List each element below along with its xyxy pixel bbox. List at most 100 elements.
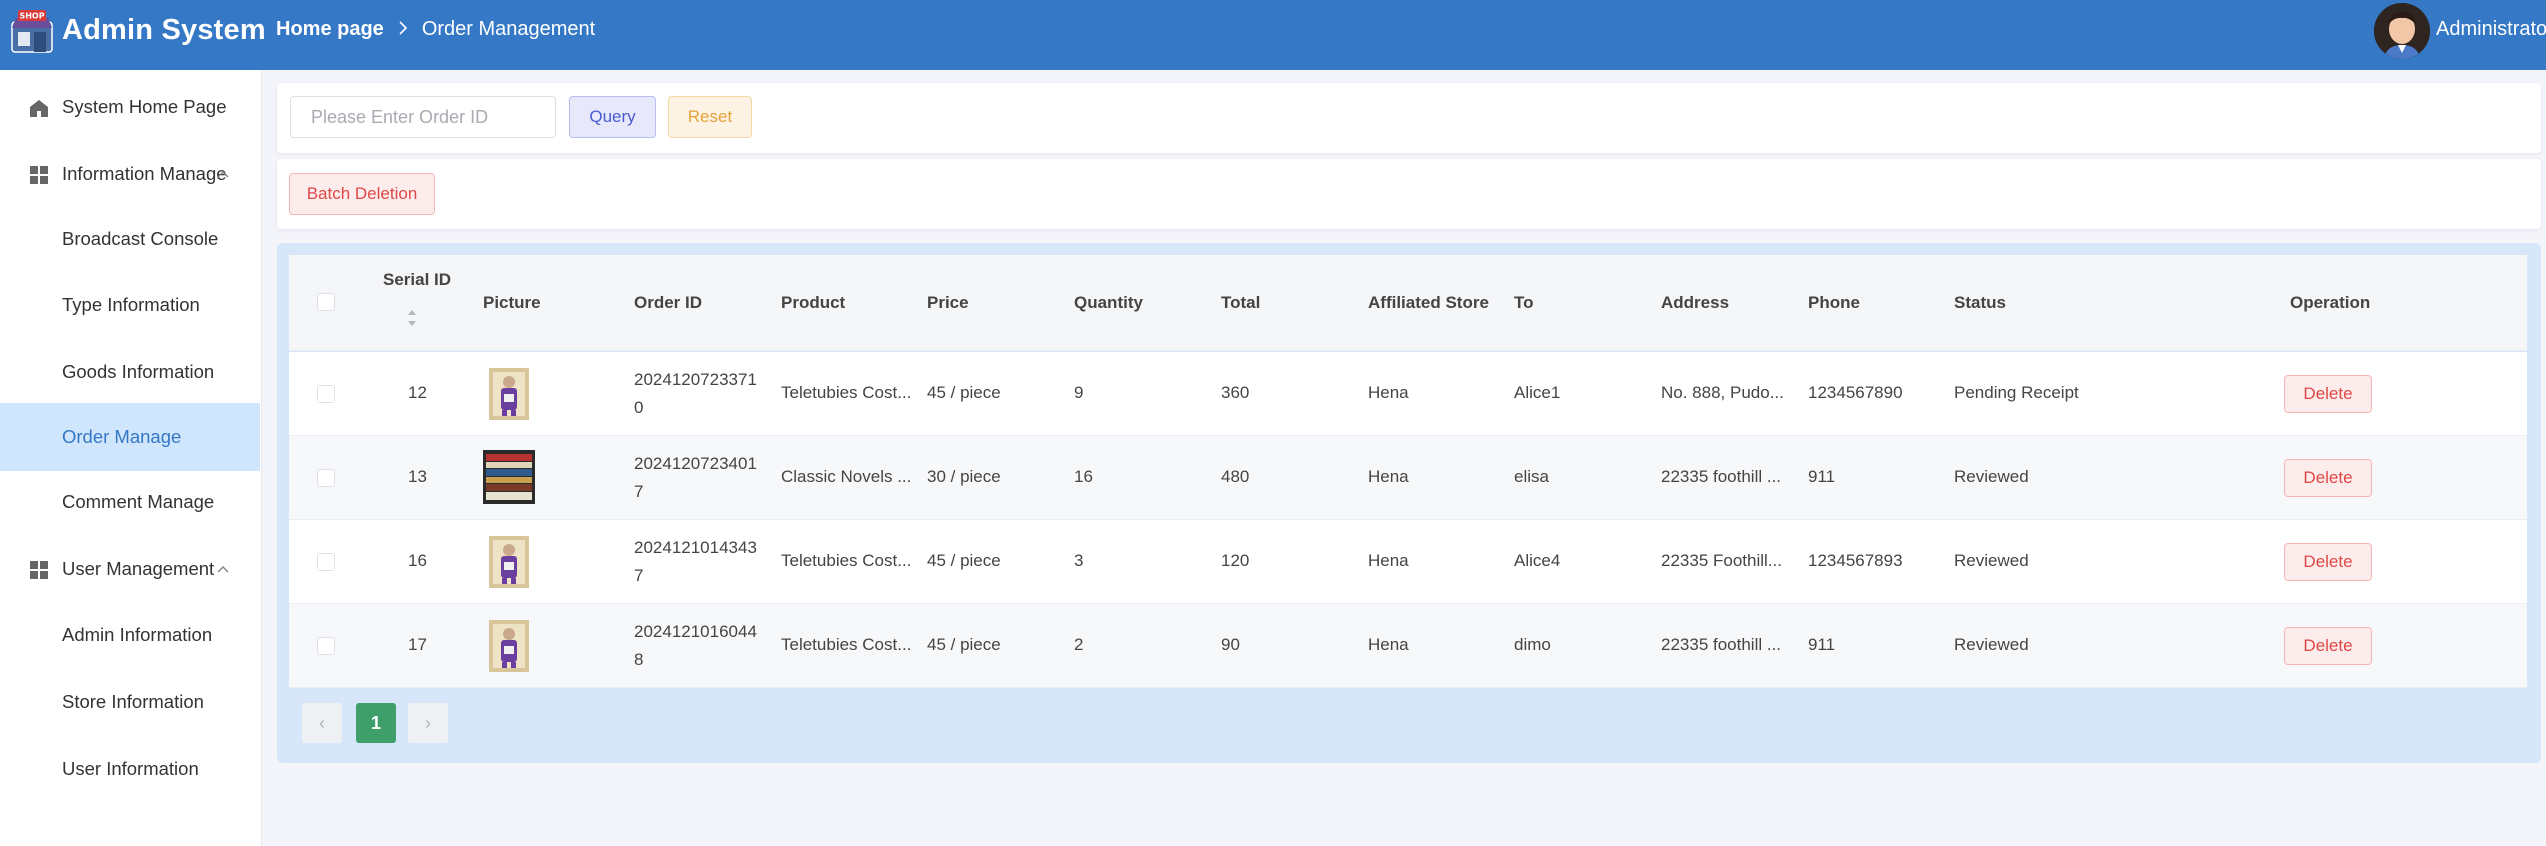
sidebar: System Home Page Information Manage Broa…	[0, 70, 262, 846]
cell-to: Alice4	[1514, 551, 1561, 570]
row-checkbox[interactable]	[317, 469, 335, 487]
cell-order-id: 20241207234017	[634, 454, 757, 501]
sidebar-item-system-home[interactable]: System Home Page	[0, 75, 260, 139]
next-page-button[interactable]: ›	[408, 703, 448, 743]
cell-order-id: 20241207233710	[634, 370, 757, 417]
sidebar-item-type-information[interactable]: Type Information	[0, 273, 260, 337]
cell-quantity: 2	[1074, 635, 1084, 654]
delete-button[interactable]: Delete	[2284, 543, 2372, 581]
cell-store: Hena	[1368, 551, 1409, 570]
cell-total: 360	[1221, 383, 1250, 402]
cell-product: Classic Novels ...	[781, 467, 912, 486]
sidebar-item-order-manage[interactable]: Order Manage	[0, 403, 260, 471]
select-all-checkbox[interactable]	[317, 293, 335, 311]
column-header-quantity: Quantity	[1074, 293, 1143, 312]
row-checkbox[interactable]	[317, 385, 335, 403]
cell-to: Alice1	[1514, 383, 1561, 402]
cell-status: Reviewed	[1954, 467, 2029, 486]
breadcrumb-home[interactable]: Home page	[276, 18, 384, 41]
app-title: Admin System	[62, 14, 266, 46]
column-header-affiliated-store: Affiliated Store	[1368, 293, 1489, 312]
cell-phone: 1234567890	[1808, 383, 1903, 402]
product-thumbnail	[489, 620, 529, 672]
cell-phone: 911	[1808, 635, 1836, 654]
sidebar-item-information-manage[interactable]: Information Manage	[0, 142, 260, 206]
sidebar-item-label: Information Manage	[62, 163, 227, 184]
delete-button[interactable]: Delete	[2284, 375, 2372, 413]
product-thumbnail	[489, 368, 529, 420]
cell-to: elisa	[1514, 467, 1549, 486]
cell-store: Hena	[1368, 383, 1409, 402]
prev-page-button[interactable]: ‹	[302, 703, 342, 743]
cell-address: 22335 foothill ...	[1661, 467, 1782, 486]
cell-total: 120	[1221, 551, 1250, 570]
reset-button[interactable]: Reset	[668, 96, 752, 138]
cell-product: Teletubies Cost...	[781, 551, 912, 570]
order-id-search-input[interactable]	[290, 96, 556, 138]
column-header-serial-id[interactable]: Serial ID	[383, 270, 451, 290]
sidebar-item-label: User Management	[62, 558, 215, 579]
avatar[interactable]	[2374, 3, 2430, 59]
column-header-status: Status	[1954, 293, 2006, 312]
cell-status: Reviewed	[1954, 635, 2029, 654]
cell-to: dimo	[1514, 635, 1551, 654]
grid-icon	[28, 559, 50, 581]
user-name[interactable]: Administrator	[2436, 18, 2546, 41]
row-checkbox[interactable]	[317, 553, 335, 571]
cell-price: 45 / piece	[927, 551, 1001, 570]
top-header: SHOP Admin System Home page Order Manage…	[0, 0, 2546, 70]
cell-serial: 13	[408, 467, 427, 486]
product-thumbnail	[483, 450, 535, 504]
breadcrumb-current: Order Management	[421, 18, 596, 40]
chevron-up-icon	[216, 559, 230, 573]
column-header-to: To	[1514, 293, 1534, 312]
cell-serial: 17	[408, 635, 427, 654]
cell-phone: 911	[1808, 467, 1836, 486]
table-row: 13 20241207234017 Classic Novels ... 30 …	[289, 436, 2527, 520]
cell-quantity: 3	[1074, 551, 1084, 570]
cell-price: 45 / piece	[927, 635, 1001, 654]
sidebar-item-user-information[interactable]: User Information	[0, 737, 260, 801]
sidebar-item-label: Comment Manage	[62, 491, 215, 512]
sidebar-item-admin-information[interactable]: Admin Information	[0, 603, 260, 667]
page-number-button[interactable]: 1	[356, 703, 396, 743]
delete-button[interactable]: Delete	[2284, 459, 2372, 497]
sidebar-item-label: Admin Information	[62, 624, 213, 645]
column-header-phone: Phone	[1808, 293, 1860, 312]
sidebar-item-goods-information[interactable]: Goods Information	[0, 340, 260, 404]
cell-status: Pending Receipt	[1954, 383, 2079, 402]
cell-price: 30 / piece	[927, 467, 1001, 486]
row-checkbox[interactable]	[317, 637, 335, 655]
sidebar-item-store-information[interactable]: Store Information	[0, 670, 260, 734]
column-header-order-id: Order ID	[634, 293, 703, 312]
sidebar-item-label: Type Information	[62, 294, 200, 315]
cell-phone: 1234567893	[1808, 551, 1903, 570]
sidebar-item-label: System Home Page	[62, 96, 227, 117]
query-button[interactable]: Query	[569, 96, 656, 138]
column-header-total: Total	[1221, 293, 1261, 312]
cell-store: Hena	[1368, 635, 1409, 654]
cell-quantity: 16	[1074, 467, 1093, 486]
cell-serial: 12	[408, 383, 427, 402]
cell-address: No. 888, Pudo...	[1661, 383, 1784, 402]
table-row: 17 20241210160448 Teletubies Cost... 45 …	[289, 604, 2527, 688]
breadcrumb-separator-icon	[398, 18, 408, 41]
breadcrumb: Home page Order Management	[276, 18, 595, 41]
cell-order-id: 20241210143437	[634, 538, 757, 585]
cell-status: Reviewed	[1954, 551, 2029, 570]
sidebar-item-user-management[interactable]: User Management	[0, 537, 260, 601]
sidebar-item-broadcast-console[interactable]: Broadcast Console	[0, 207, 260, 271]
table-row: 12 20241207233710 Teletubies Cost... 45 …	[289, 352, 2527, 436]
cell-address: 22335 Foothill...	[1661, 551, 1782, 570]
cell-serial: 16	[408, 551, 427, 570]
column-header-price: Price	[927, 293, 969, 312]
sidebar-item-label: Store Information	[62, 691, 204, 712]
cell-quantity: 9	[1074, 383, 1084, 402]
column-header-product: Product	[781, 293, 846, 312]
sidebar-item-comment-manage[interactable]: Comment Manage	[0, 470, 260, 534]
sort-icon[interactable]	[406, 307, 418, 329]
batch-delete-button[interactable]: Batch Deletion	[289, 173, 435, 215]
delete-button[interactable]: Delete	[2284, 627, 2372, 665]
logo-badge-text: SHOP	[19, 12, 44, 21]
column-header-address: Address	[1661, 293, 1730, 312]
